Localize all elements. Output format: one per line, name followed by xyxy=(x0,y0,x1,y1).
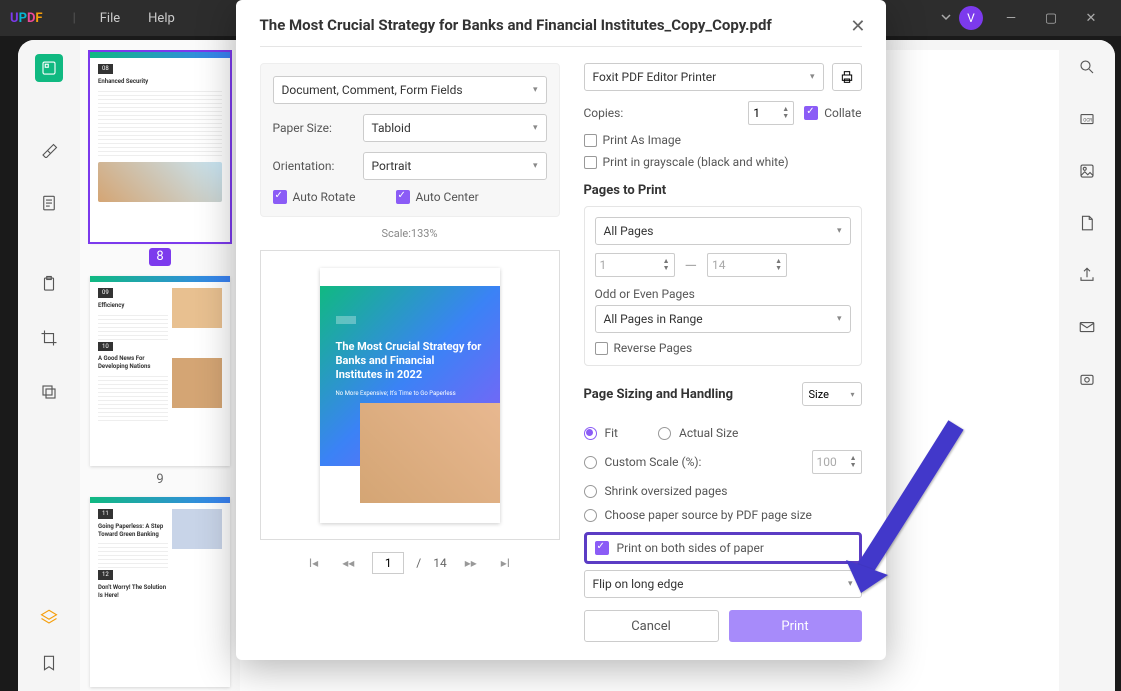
both-sides-checkbox[interactable]: Print on both sides of paper xyxy=(584,532,862,564)
print-grayscale-checkbox[interactable]: Print in grayscale (black and white) xyxy=(584,155,862,169)
orientation-label: Orientation: xyxy=(273,159,363,173)
auto-center-checkbox[interactable]: Auto Center xyxy=(396,190,479,204)
collate-checkbox[interactable]: Collate xyxy=(804,106,861,120)
pager-prev-icon[interactable]: ◂◂ xyxy=(336,554,360,572)
paper-size-label: Paper Size: xyxy=(273,121,363,135)
pager: I◂ ◂◂ / 14 ▸▸ ▸I xyxy=(260,552,560,574)
shrink-radio[interactable]: Shrink oversized pages xyxy=(584,484,862,498)
pager-current-input[interactable] xyxy=(372,552,404,574)
print-dialog: The Most Crucial Strategy for Banks and … xyxy=(236,0,886,660)
copies-label: Copies: xyxy=(584,106,739,120)
paper-size-select[interactable]: Tabloid xyxy=(363,114,547,142)
dialog-title: The Most Crucial Strategy for Banks and … xyxy=(260,16,862,47)
pager-total: 14 xyxy=(433,556,447,570)
pager-first-icon[interactable]: I◂ xyxy=(303,554,324,572)
printer-properties-icon[interactable] xyxy=(832,63,862,91)
dialog-close-icon[interactable]: ✕ xyxy=(850,16,865,37)
flip-edge-select[interactable]: Flip on long edge xyxy=(584,570,862,598)
page-sizing-title: Page Sizing and Handling xyxy=(584,387,734,402)
range-to-spinner[interactable]: 14▲▼ xyxy=(707,253,787,277)
print-button[interactable]: Print xyxy=(729,610,862,642)
orientation-select[interactable]: Portrait xyxy=(363,152,547,180)
actual-size-radio[interactable]: Actual Size xyxy=(658,426,738,440)
pager-next-icon[interactable]: ▸▸ xyxy=(459,554,483,572)
pages-range-select[interactable]: All Pages xyxy=(595,217,851,245)
print-as-image-checkbox[interactable]: Print As Image xyxy=(584,133,862,147)
range-from-spinner[interactable]: 1▲▼ xyxy=(595,253,675,277)
scale-text: Scale:133% xyxy=(260,227,560,240)
auto-rotate-checkbox[interactable]: Auto Rotate xyxy=(273,190,356,204)
copies-spinner[interactable]: 1▲▼ xyxy=(748,101,794,125)
pager-last-icon[interactable]: ▸I xyxy=(495,554,516,572)
odd-even-label: Odd or Even Pages xyxy=(595,287,851,301)
dialog-backdrop: The Most Crucial Strategy for Banks and … xyxy=(0,0,1121,691)
print-what-select[interactable]: Document, Comment, Form Fields xyxy=(273,76,547,104)
fit-radio[interactable]: Fit xyxy=(584,426,618,440)
printer-select[interactable]: Foxit PDF Editor Printer xyxy=(584,63,824,91)
reverse-pages-checkbox[interactable]: Reverse Pages xyxy=(595,341,851,355)
odd-even-select[interactable]: All Pages in Range xyxy=(595,305,851,333)
size-select[interactable]: Size xyxy=(802,382,862,406)
pages-to-print-title: Pages to Print xyxy=(584,183,862,198)
custom-scale-radio[interactable]: Custom Scale (%): 100▲▼ xyxy=(584,450,862,474)
custom-scale-spinner[interactable]: 100▲▼ xyxy=(812,450,862,474)
choose-source-radio[interactable]: Choose paper source by PDF page size xyxy=(584,508,862,522)
cancel-button[interactable]: Cancel xyxy=(584,610,719,642)
print-preview: The Most Crucial Strategy for Banks and … xyxy=(260,250,560,540)
